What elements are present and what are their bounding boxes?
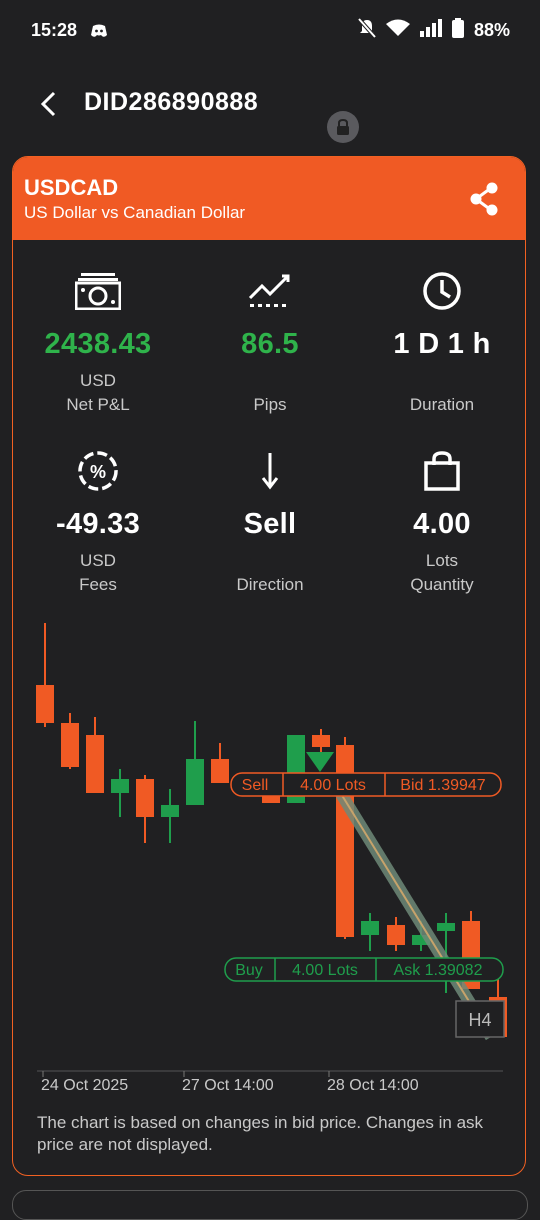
buy-tag-side: Buy [235, 962, 263, 979]
battery-icon [451, 18, 464, 43]
clock-icon [357, 268, 525, 314]
share-icon [470, 182, 498, 216]
x-tick-label: 27 Oct 14:00 [182, 1077, 274, 1094]
back-button[interactable] [30, 86, 66, 122]
position-card: USDCAD US Dollar vs Canadian Dollar 2438… [12, 156, 526, 1176]
timeframe-label: H4 [468, 1010, 491, 1030]
stat-label: Fees [79, 575, 117, 594]
mute-icon [357, 17, 377, 43]
candle-body [211, 759, 229, 783]
x-tick-label: 28 Oct 14:00 [327, 1077, 419, 1094]
stat-quantity: 4.00 Lots Quantity [357, 448, 525, 597]
money-icon [13, 268, 183, 314]
stat-label: Duration [409, 395, 475, 414]
candle-body [312, 735, 330, 747]
stat-value: 86.5 [241, 328, 299, 360]
trend-chart-icon [185, 268, 355, 314]
discord-icon [90, 24, 108, 43]
bottom-panel[interactable] [12, 1190, 528, 1220]
share-button[interactable] [467, 181, 501, 217]
buy-tag-lots: 4.00 Lots [292, 962, 358, 979]
sell-tag-price: Bid 1.39947 [400, 777, 486, 794]
stat-fees: % -49.33 USD Fees [13, 448, 183, 597]
candle-body [61, 723, 79, 767]
svg-text:%: % [90, 462, 106, 482]
stat-value: 1 D 1 h [393, 328, 491, 360]
stat-value: 2438.43 [44, 328, 152, 360]
stat-unit [185, 369, 355, 393]
percent-icon: % [13, 448, 183, 494]
stat-value: Sell [243, 508, 297, 540]
buy-tag-price: Ask 1.39082 [394, 962, 483, 979]
trade-path-highlight [334, 783, 492, 1038]
timeframe-badge[interactable]: H4 [455, 1000, 505, 1038]
entry-marker-icon [306, 752, 334, 772]
stat-net-pnl: 2438.43 USD Net P&L [13, 268, 183, 417]
sell-tag-lots: 4.00 Lots [300, 777, 366, 794]
stat-pips: 86.5 Pips [185, 268, 355, 417]
signal-icon [419, 19, 442, 42]
shopping-bag-icon [357, 448, 525, 494]
stat-label: Pips [253, 395, 287, 414]
candle-body [136, 779, 154, 817]
candle-body [186, 759, 204, 805]
arrow-down-icon [185, 448, 355, 494]
chevron-left-icon [40, 91, 56, 117]
stat-direction: Sell Direction [185, 448, 355, 597]
instrument-description: US Dollar vs Canadian Dollar [24, 203, 246, 222]
candle-body [161, 805, 179, 817]
buy-tag: Buy 4.00 Lots Ask 1.39082 [224, 957, 504, 982]
status-bar: 15:28 88% [0, 0, 540, 62]
page-title: DID286890888 [84, 88, 259, 116]
candle-body [387, 925, 405, 945]
sell-tag-side: Sell [242, 777, 269, 794]
stat-unit [185, 549, 355, 573]
stat-label: Direction [236, 575, 304, 594]
stat-unit: USD [80, 371, 116, 390]
x-tick-label: 24 Oct 2025 [41, 1077, 128, 1094]
stat-label: Net P&L [66, 395, 130, 414]
wifi-icon [385, 19, 410, 42]
candle-body [86, 735, 104, 793]
candle-body [36, 685, 54, 723]
top-bar: DID286890888 [0, 70, 540, 143]
stat-value: 4.00 [413, 508, 471, 540]
card-header: USDCAD US Dollar vs Canadian Dollar [13, 157, 525, 240]
stat-duration: 1 D 1 h Duration [357, 268, 525, 417]
stat-label: Quantity [410, 575, 474, 594]
sell-tag: Sell 4.00 Lots Bid 1.39947 [230, 772, 502, 797]
status-time: 15:28 [31, 20, 78, 40]
candle-body [437, 923, 455, 931]
lock-icon [327, 111, 359, 143]
candle-body [111, 779, 129, 793]
stat-unit [357, 369, 525, 393]
stat-unit: Lots [425, 551, 459, 570]
battery-level: 88% [473, 20, 510, 40]
chart-note: The chart is based on changes in bid pri… [37, 1113, 484, 1154]
price-chart[interactable]: Sell 4.00 Lots Bid 1.39947 Buy 4.00 Lots… [13, 617, 525, 1097]
stat-unit: USD [80, 551, 116, 570]
instrument-symbol: USDCAD [24, 175, 119, 200]
stat-value: -49.33 [55, 508, 141, 540]
candle-body [361, 921, 379, 935]
